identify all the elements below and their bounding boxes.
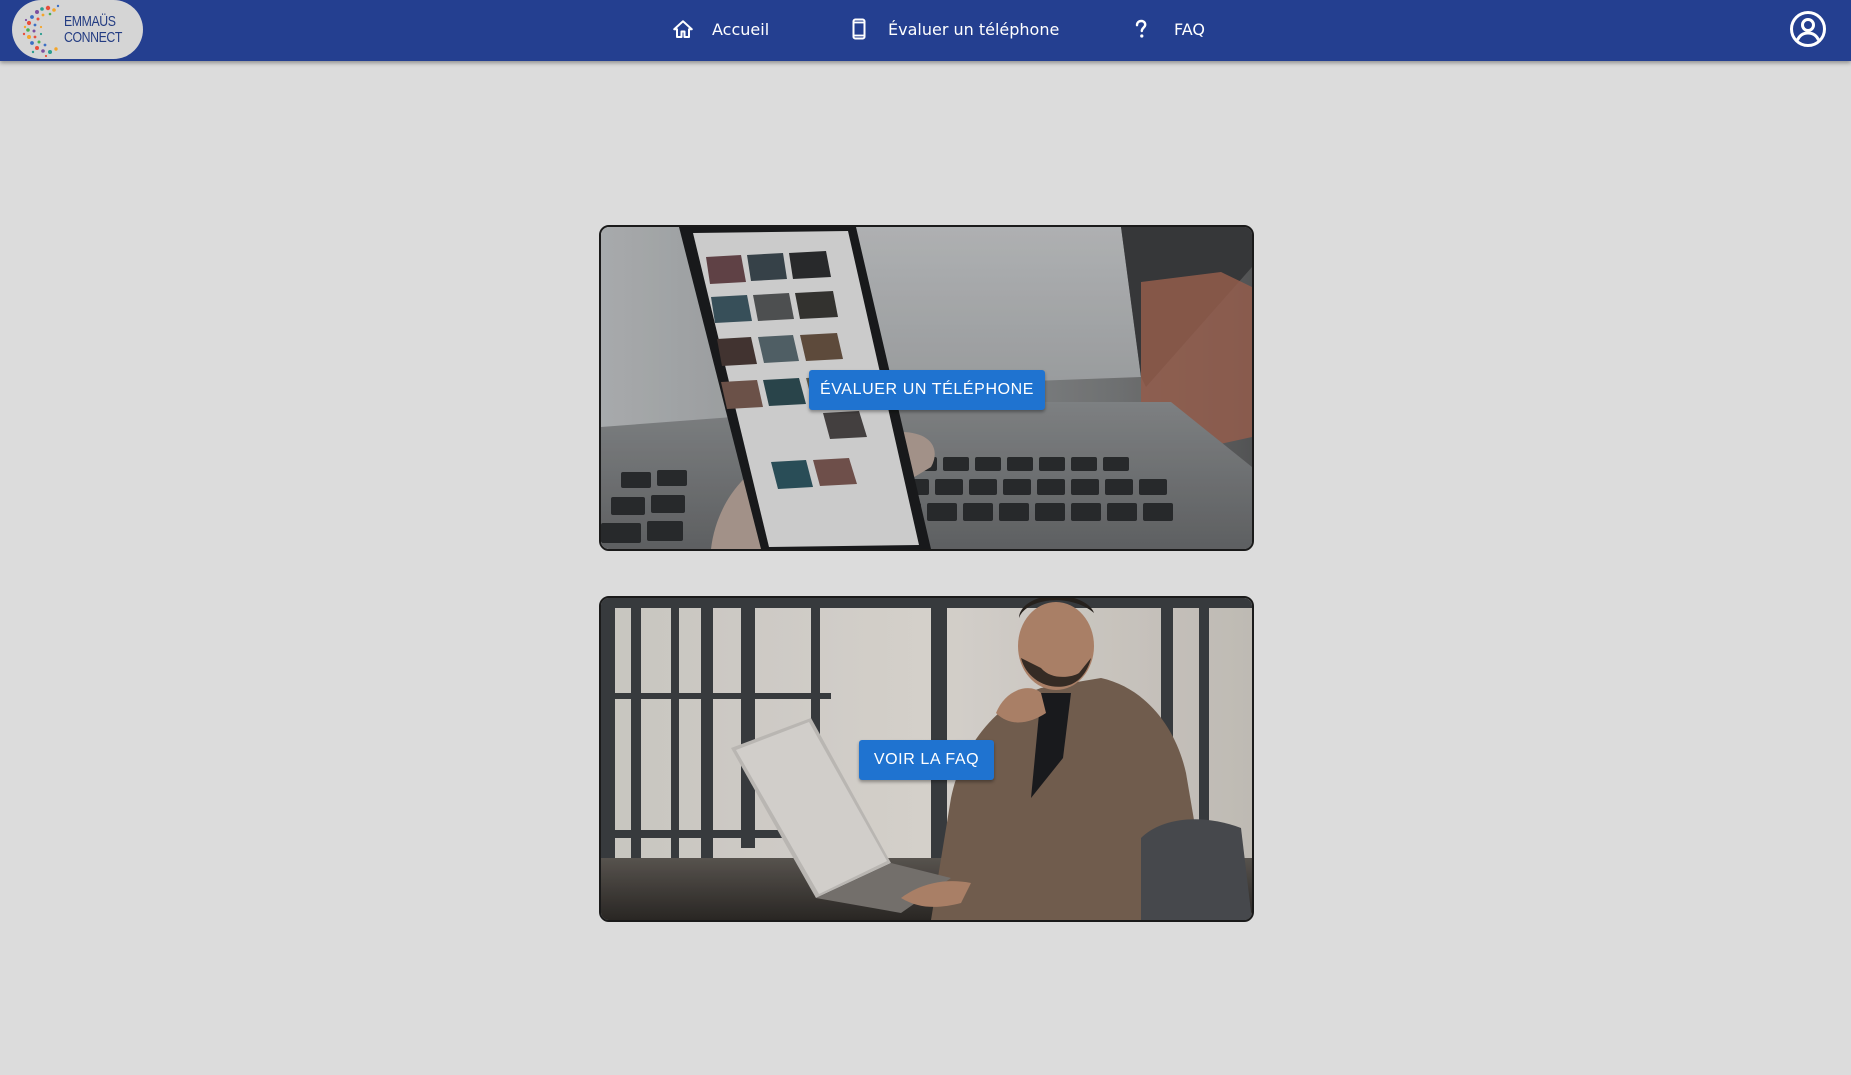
nav-label-evaluate-phone: Évaluer un téléphone xyxy=(888,19,1060,39)
faq-card: VOIR LA FAQ xyxy=(599,596,1254,922)
nav-item-home[interactable]: Accueil xyxy=(670,0,769,58)
nav-item-faq[interactable]: FAQ xyxy=(1128,0,1205,58)
home-icon xyxy=(670,16,696,42)
logo-text-line1: EMMAÜS xyxy=(64,13,116,30)
smartphone-icon xyxy=(846,16,872,42)
top-app-bar: EMMAÜS CONNECT Accueil Évaluer un téléph… xyxy=(0,0,1851,61)
nav-label-home: Accueil xyxy=(712,19,770,39)
view-faq-button[interactable]: VOIR LA FAQ xyxy=(859,740,994,780)
evaluate-phone-card: ÉVALUER UN TÉLÉPHONE xyxy=(599,225,1254,551)
emmaus-connect-logo[interactable]: EMMAÜS CONNECT xyxy=(12,0,143,59)
evaluate-phone-button[interactable]: ÉVALUER UN TÉLÉPHONE xyxy=(809,370,1045,410)
nav-item-evaluate-phone[interactable]: Évaluer un téléphone xyxy=(846,0,1059,58)
logo-text-line2: CONNECT xyxy=(64,29,122,46)
nav-label-faq: FAQ xyxy=(1174,19,1205,39)
question-mark-icon xyxy=(1128,16,1154,42)
account-circle-icon[interactable] xyxy=(1789,10,1827,48)
